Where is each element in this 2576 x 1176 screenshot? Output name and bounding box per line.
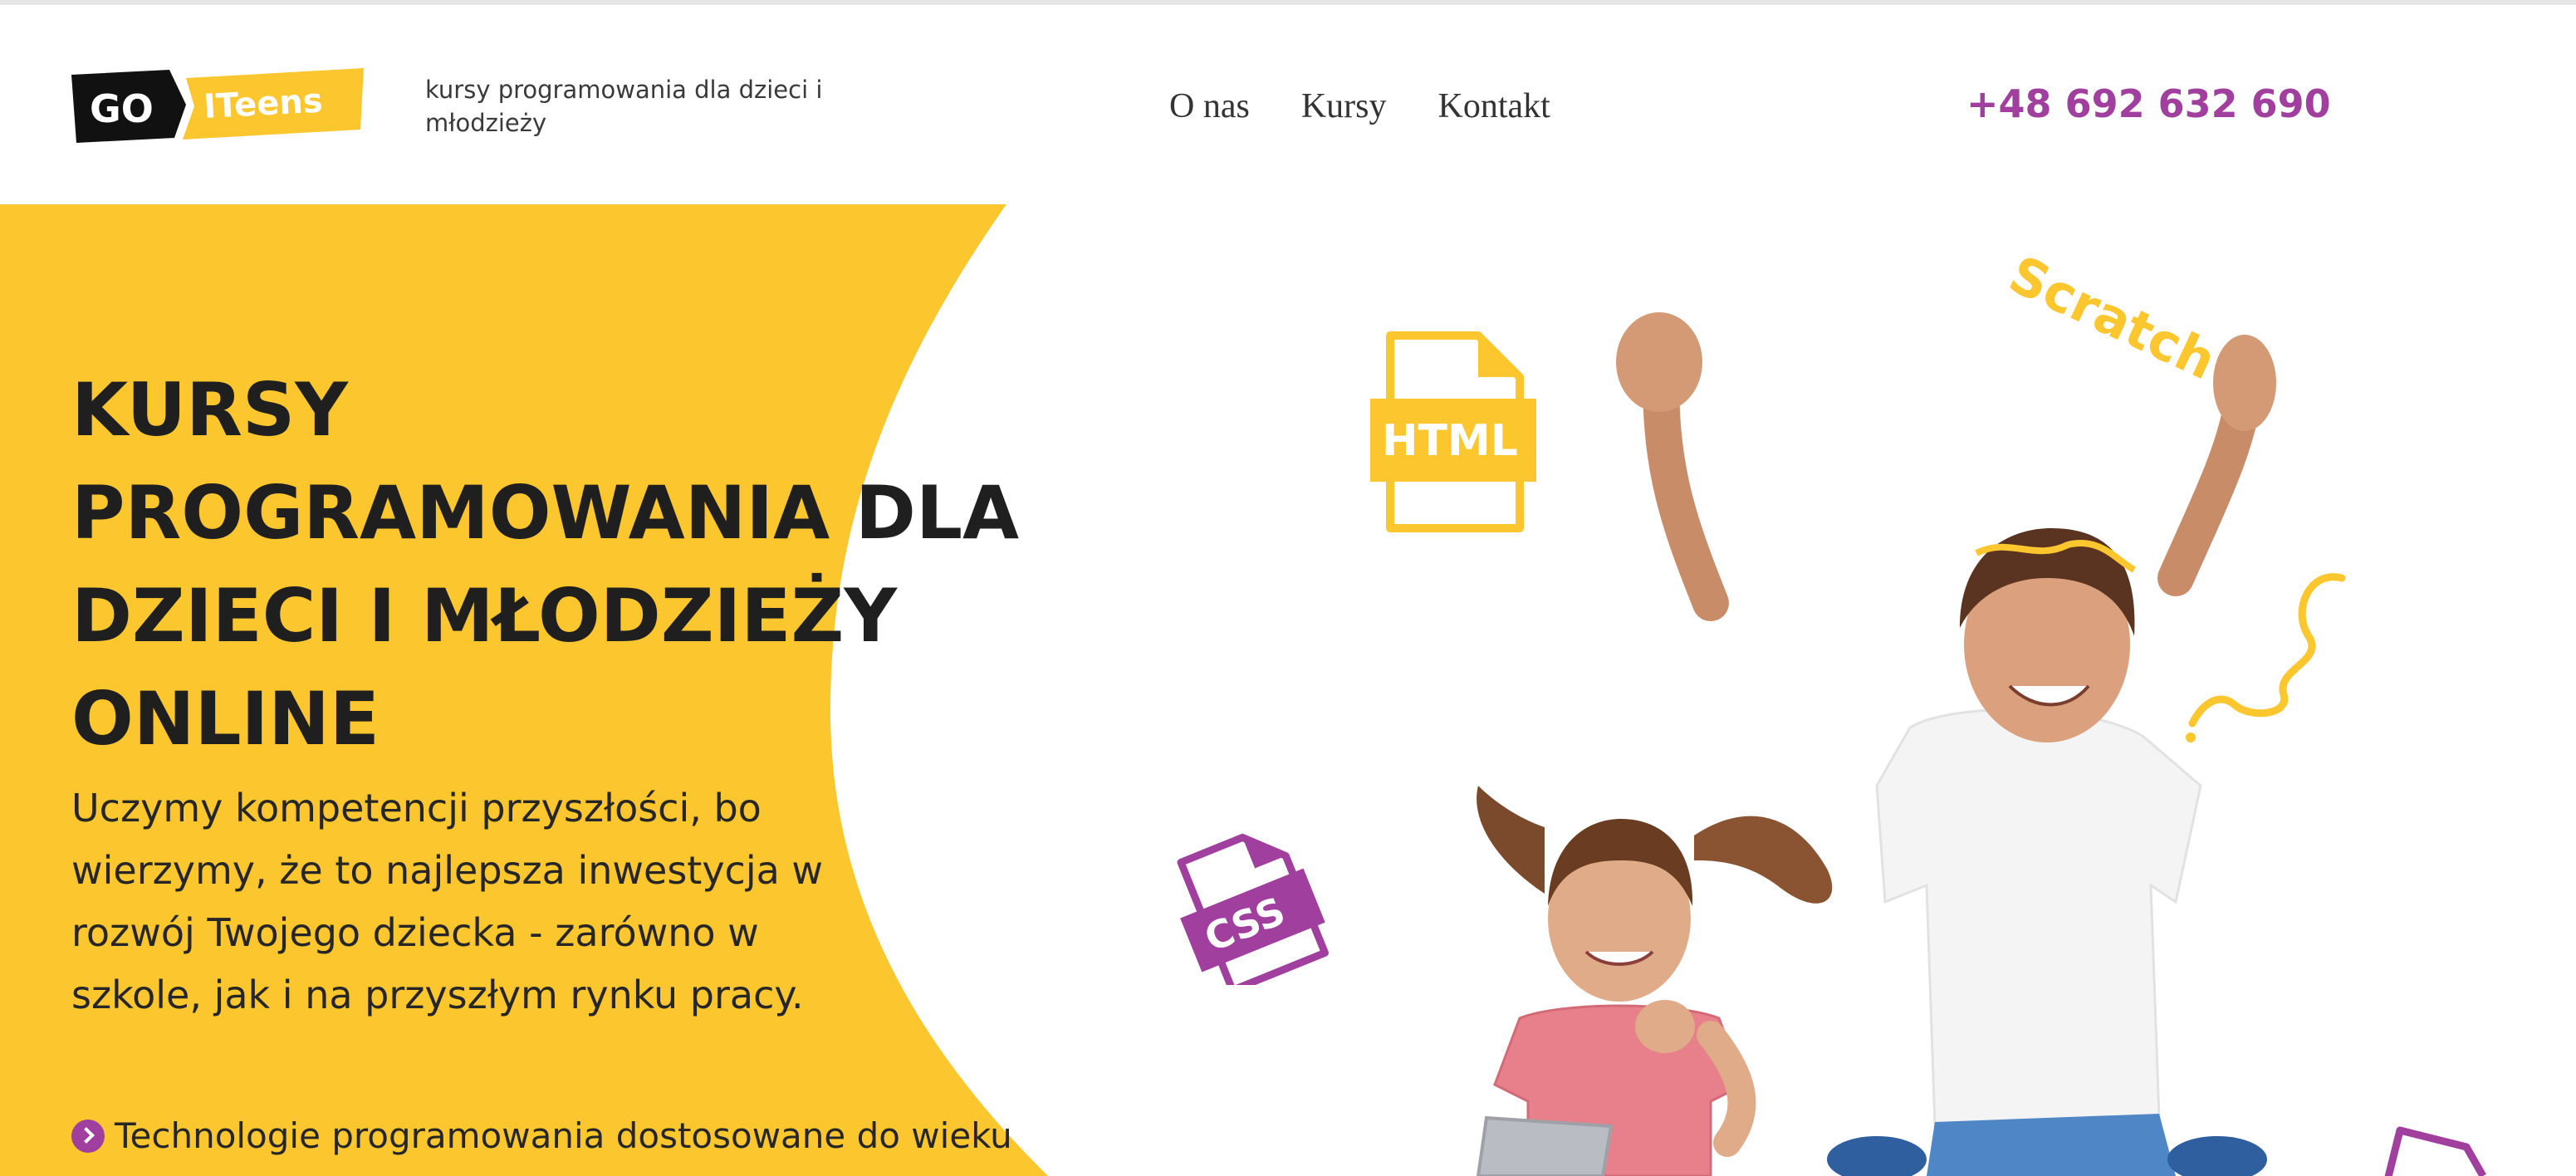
goiteens-logo-icon: GO ITeens (71, 68, 364, 143)
site-tagline: kursy programowania dla dzieci i młodzie… (425, 76, 823, 137)
site-header: GO ITeens kursy programowania dla dzieci… (0, 5, 2576, 204)
kids-photo (1246, 287, 2408, 1176)
nav-link-contact[interactable]: Kontakt (1438, 86, 1550, 126)
logo-go-text: GO (90, 86, 154, 131)
hero-section: KURSY PROGRAMOWANIA DLA DZIECI I MŁODZIE… (0, 204, 2576, 1176)
nav-link-courses[interactable]: Kursy (1301, 86, 1387, 126)
chevron-right-icon (71, 1120, 105, 1153)
hero-title: KURSY PROGRAMOWANIA DLA DZIECI I MŁODZIE… (71, 367, 1020, 762)
phone-link[interactable]: +48 692 632 690 (1966, 81, 2331, 126)
nav-link-about[interactable]: O nas (1169, 86, 1250, 126)
main-nav: O nas Kursy Kontakt (1169, 86, 1550, 126)
site-logo[interactable]: GO ITeens (71, 68, 364, 151)
feature-item: Technologie programowania dostosowane do… (71, 1111, 1068, 1161)
feature-text: Technologie programowania dostosowane do… (115, 1115, 1012, 1156)
girl-figure (1476, 786, 1833, 1176)
hero-description: Uczymy kompetencji przyszłości, bo wierz… (71, 786, 824, 1017)
logo-iteens-text: ITeens (203, 82, 324, 126)
